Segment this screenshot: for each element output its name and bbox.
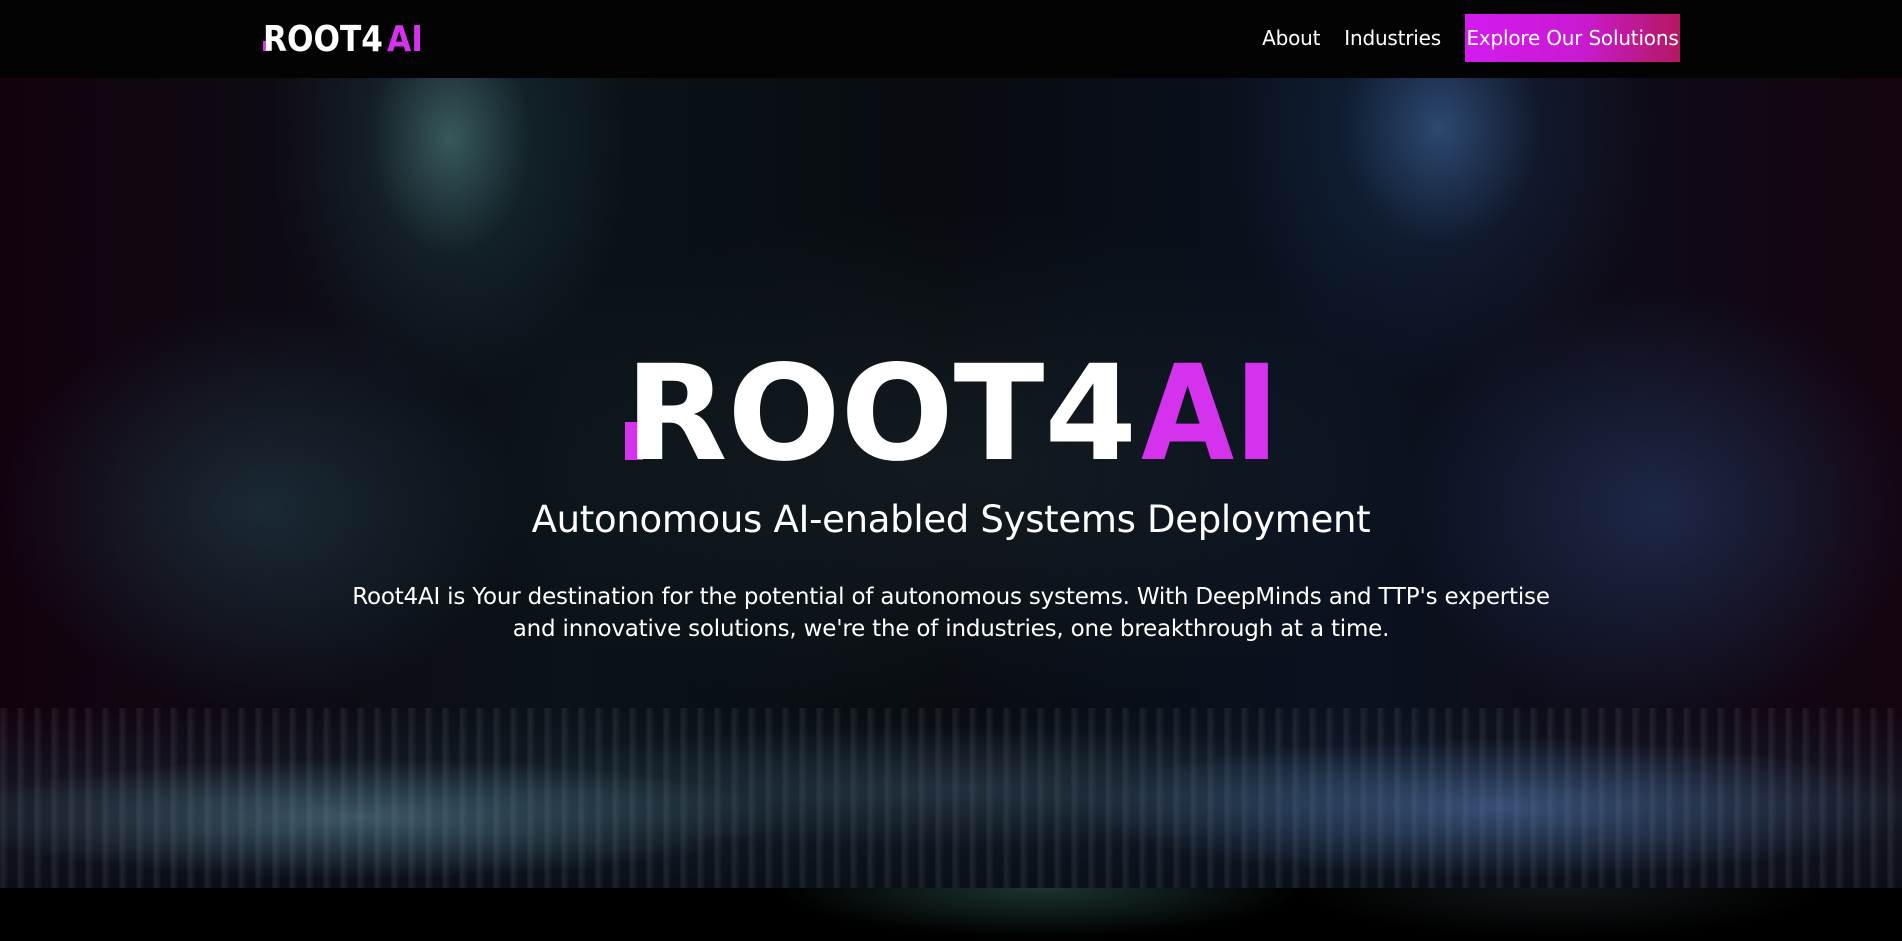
- svg-text:AI: AI: [387, 21, 423, 55]
- svg-text:ROOT4: ROOT4: [625, 349, 1137, 462]
- nav-links: About Industries Explore Our Solutions: [1262, 14, 1680, 62]
- root4ai-hero-logo-icon: ROOT4 AI: [625, 349, 1279, 462]
- nav-logo[interactable]: ROOT4 AI: [263, 21, 425, 55]
- nav-link-industries[interactable]: Industries: [1344, 26, 1441, 50]
- hero-section: ROOT4 AI Autonomous AI-enabled Systems D…: [0, 78, 1902, 888]
- navbar: ROOT4 AI About Industries Explore Our So…: [0, 0, 1902, 78]
- hero-logo: ROOT4 AI: [625, 349, 1279, 462]
- svg-text:AI: AI: [1141, 349, 1279, 462]
- next-section-edge: [0, 888, 1902, 941]
- explore-solutions-button[interactable]: Explore Our Solutions: [1465, 14, 1680, 62]
- root4ai-logo-icon: ROOT4 AI: [263, 21, 423, 55]
- hero-subtitle: Autonomous AI-enabled Systems Deployment: [531, 498, 1371, 541]
- hero-description: Root4AI is Your destination for the pote…: [352, 584, 1550, 642]
- hero-background-floor: [0, 708, 1902, 888]
- svg-text:ROOT4: ROOT4: [263, 21, 383, 55]
- nav-link-about[interactable]: About: [1262, 26, 1320, 50]
